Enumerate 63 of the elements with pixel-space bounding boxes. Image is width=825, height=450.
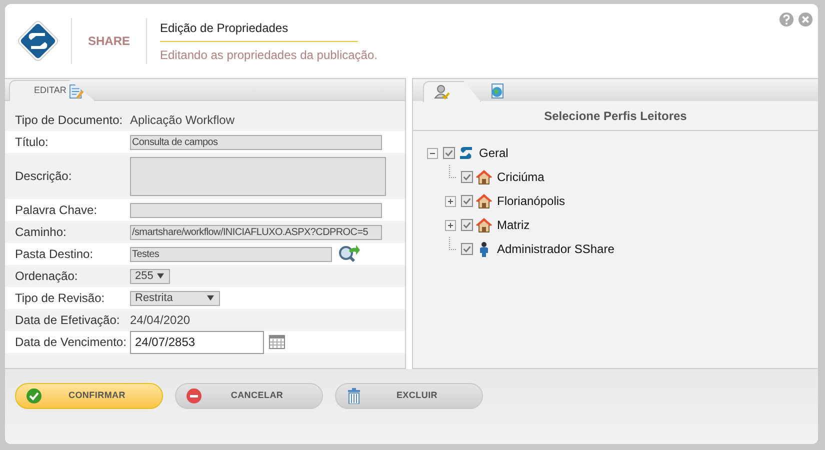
minus-icon <box>186 388 202 404</box>
checkbox[interactable] <box>443 147 455 159</box>
field-label: Ordenação: <box>15 268 79 285</box>
check-icon <box>26 388 42 404</box>
trash-icon <box>346 388 362 404</box>
text-field[interactable]: Testes <box>130 246 332 262</box>
field-label: Data de Efetivação: <box>15 312 121 329</box>
text-field[interactable]: /smartshare/workflow/INICIAFLUXO.ASPX?CDPROC=5 <box>130 224 382 240</box>
caret-icon <box>157 273 164 279</box>
caret-icon <box>207 295 214 301</box>
close-icon[interactable] <box>798 12 813 27</box>
check-icon <box>463 197 471 205</box>
field-label: Caminho: <box>15 224 68 241</box>
check-icon <box>445 149 453 157</box>
tab[interactable]: EDITAR <box>9 80 95 101</box>
tree-item[interactable]: Matriz <box>497 216 530 234</box>
tree-item[interactable]: Florianópolis <box>497 192 566 210</box>
delete-button[interactable]: EXCLUIR <box>335 383 483 409</box>
expand-icon[interactable] <box>444 196 456 206</box>
user-icon <box>434 84 450 100</box>
checkbox[interactable] <box>461 171 473 183</box>
confirm-button[interactable]: CONFIRMAR <box>15 383 163 409</box>
panel-heading: Selecione Perfis Leitores <box>544 108 687 124</box>
house-icon <box>476 193 492 209</box>
cancel-button[interactable]: CANCELAR <box>175 383 323 409</box>
calendar-icon[interactable] <box>269 335 285 349</box>
tree-item[interactable]: Administrador SShare <box>497 240 614 258</box>
tree-connector <box>449 237 457 250</box>
date-field[interactable]: 24/07/2853 <box>130 330 264 354</box>
check-icon <box>463 221 471 229</box>
field-value: 24/04/2020 <box>130 312 190 329</box>
checkbox[interactable] <box>461 195 473 207</box>
field-value: Aplicação Workflow <box>130 112 234 129</box>
field-label: Descrição: <box>15 168 73 185</box>
dialog-title: Edição de Propriedades <box>160 18 358 42</box>
field-label: Tipo de Revisão: <box>15 290 106 307</box>
check-icon <box>463 173 471 181</box>
search-icon[interactable] <box>338 245 360 263</box>
field-label: Título: <box>15 134 50 151</box>
field-label: Data de Vencimento: <box>15 334 128 351</box>
tree-item[interactable]: Geral <box>479 144 508 162</box>
text-field[interactable]: Consulta de campos <box>130 134 382 150</box>
checkbox[interactable] <box>461 243 473 255</box>
logo-icon <box>458 145 474 161</box>
house-icon <box>476 169 492 185</box>
edit-icon <box>69 84 84 98</box>
dropdown[interactable]: 255 <box>130 268 170 284</box>
globe-icon <box>489 83 505 99</box>
tree-item[interactable]: Criciúma <box>497 168 544 186</box>
text-field[interactable] <box>130 202 382 218</box>
field-label: Tipo de Documento: <box>15 112 124 129</box>
house-icon <box>476 217 492 233</box>
field-label: Pasta Destino: <box>15 246 94 263</box>
help-icon[interactable] <box>779 12 794 27</box>
checkbox[interactable] <box>461 219 473 231</box>
dialog-subtitle: Editando as propriedades da publicação. <box>160 46 378 64</box>
brand-name: SHARE <box>86 33 131 50</box>
tree-connector <box>449 165 457 178</box>
expand-icon[interactable] <box>444 220 456 230</box>
dropdown[interactable]: Restrita <box>130 290 220 306</box>
check-icon <box>463 245 471 253</box>
field-label: Palavra Chave: <box>15 202 98 219</box>
collapse-icon[interactable] <box>426 148 438 158</box>
